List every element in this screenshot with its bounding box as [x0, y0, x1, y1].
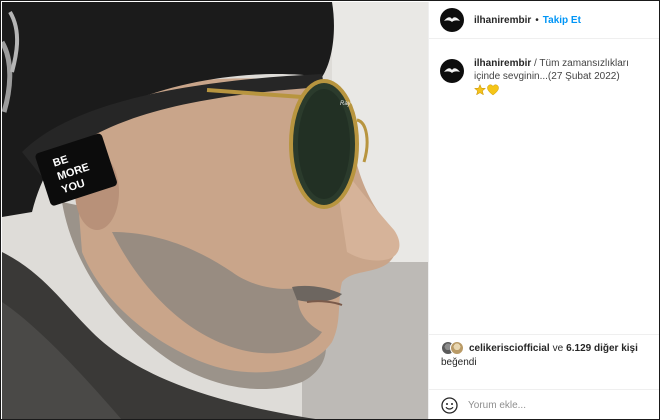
caption-body: ilhanirembir / Tüm zamansızlıkları içind…	[474, 57, 654, 96]
caption-emojis	[474, 84, 654, 96]
portrait-illustration: BE MORE YOU Ray-Ban	[2, 2, 428, 419]
post-photo[interactable]: BE MORE YOU Ray-Ban	[2, 2, 428, 419]
header-separator: •	[535, 14, 539, 26]
glasses-brand-logo: Ray-Ban	[340, 101, 364, 107]
smiley-icon[interactable]	[441, 396, 458, 414]
header-username[interactable]: ilhanirembir	[474, 15, 531, 26]
likes-row: celikerisciofficial ve 6.129 diğer kişi	[441, 341, 651, 355]
follow-button[interactable]: Takip Et	[543, 15, 581, 26]
avatar[interactable]	[450, 341, 464, 355]
caption: ilhanirembir / Tüm zamansızlıkları içind…	[440, 57, 655, 96]
bird-logo-icon	[444, 68, 460, 73]
yellow-heart-icon	[487, 84, 499, 96]
likes-connector: ve	[552, 342, 564, 354]
post-frame: BE MORE YOU Ray-Ban ilhanirembir • Takip…	[0, 0, 660, 420]
comment-input[interactable]	[468, 399, 648, 411]
caption-username[interactable]: ilhanirembir	[474, 58, 531, 69]
bird-logo-icon	[444, 17, 460, 22]
post-header: ilhanirembir • Takip Et	[429, 2, 659, 39]
caption-avatar[interactable]	[440, 59, 464, 83]
star-emoji-icon	[474, 84, 486, 96]
liker-avatars	[441, 341, 465, 355]
avatar[interactable]	[440, 8, 464, 32]
post-side-panel: ilhanirembir • Takip Et ilhanirembir / T…	[428, 2, 659, 419]
likes-others-link[interactable]: 6.129 diğer kişi	[566, 343, 638, 354]
liker-username[interactable]: celikerisciofficial	[469, 343, 550, 354]
comment-bar	[429, 389, 659, 419]
likes-suffix: beğendi	[441, 357, 477, 368]
likes-section: celikerisciofficial ve 6.129 diğer kişi …	[429, 334, 659, 389]
